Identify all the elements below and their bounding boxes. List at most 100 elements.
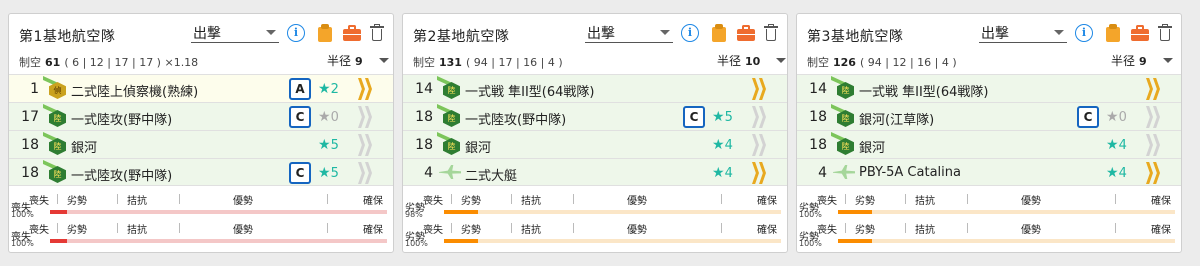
trash-can <box>766 29 776 41</box>
plane-badge: 偵 <box>49 82 66 99</box>
slot-count: 18 <box>415 109 433 125</box>
chevron-2 <box>1153 134 1160 156</box>
equipment-name: 銀河 <box>465 141 492 156</box>
slot-count: 18 <box>809 109 827 125</box>
clipboard-icon[interactable] <box>1104 24 1122 42</box>
panel-header: 第2基地航空隊 出撃 i 制空 131( 94 | 17 | 16 | 4 ) 半径 10 <box>403 14 787 74</box>
chevron-1 <box>1146 106 1153 128</box>
slot-row[interactable]: 18 陸一式陸攻(野中隊) C ★5 <box>403 102 787 130</box>
chevron-1 <box>358 78 365 100</box>
air-state-label: 劣勢 <box>461 225 481 236</box>
air-base-panel: 第2基地航空隊 出撃 i 制空 131( 94 | 17 | 16 | 4 ) 半径 10 1… <box>402 13 788 253</box>
plane-shape <box>439 165 461 179</box>
slot-row[interactable]: 4 PBY-5A Catalina ★4 <box>797 158 1181 186</box>
air-state-divider <box>57 223 58 233</box>
slot-row[interactable]: 14 陸一式戦 隼II型(64戦隊) <box>797 74 1181 102</box>
slot-row[interactable]: 18 陸銀河 ★5 <box>9 130 393 158</box>
panel-header: 第3基地航空隊 出撃 i 制空 126( 94 | 12 | 16 | 4 ) 半径 9 <box>797 14 1181 74</box>
air-state-label: 劣勢 <box>67 225 87 236</box>
air-superiority-bar: 劣勢 喪失 劣勢 拮抗 優勢 確保 98% <box>403 190 787 220</box>
improvement-value: 4 <box>724 138 733 153</box>
improvement-level: ★4 <box>1106 165 1127 181</box>
air-state-label: 劣勢 <box>461 196 481 207</box>
chevron-2 <box>759 134 766 156</box>
air-state-percent: 100% <box>11 210 34 219</box>
seaplane-icon <box>831 160 857 184</box>
chevron-2 <box>365 134 372 156</box>
slot-row[interactable]: 1 偵二式陸上偵察機(熟練) A ★2 <box>9 74 393 102</box>
chevron-1 <box>358 106 365 128</box>
info-icon[interactable]: i <box>1075 24 1093 42</box>
clipboard-clip <box>321 24 329 29</box>
air-power-summary: 制空 61( 6 | 12 | 17 | 17 ) ×1.18 <box>19 54 198 70</box>
radius-select[interactable]: 半径 10 <box>717 52 787 69</box>
proficiency-badge: C <box>289 106 311 128</box>
slot-row[interactable]: 17 陸一式陸攻(野中隊) C ★0 <box>9 102 393 130</box>
proficiency-badge: A <box>289 78 311 100</box>
air-state-divider <box>117 223 118 233</box>
slot-count: 18 <box>21 137 39 153</box>
chevron-1 <box>752 162 759 184</box>
air-state-label: 優勢 <box>627 196 647 207</box>
air-state-label: 喪失 <box>423 196 443 207</box>
air-state-track <box>838 210 1175 214</box>
mode-select-value: 出撃 <box>193 26 221 42</box>
chevron-2 <box>759 78 766 100</box>
air-state-percent: 100% <box>11 239 34 248</box>
chevron-2 <box>365 78 372 100</box>
clipboard-icon[interactable] <box>710 24 728 42</box>
land-bomber-icon: 陸 <box>831 132 857 156</box>
briefcase-icon[interactable] <box>343 24 361 42</box>
air-state-divider <box>573 194 574 204</box>
slot-row[interactable]: 18 陸銀河 ★4 <box>403 130 787 158</box>
air-state-label: 拮抗 <box>127 196 147 207</box>
chevron-2 <box>365 162 372 184</box>
slot-row[interactable]: 14 陸一式戦 隼II型(64戦隊) <box>403 74 787 102</box>
improvement-value: 4 <box>724 166 733 181</box>
slot-row[interactable]: 18 陸銀河 ★4 <box>797 130 1181 158</box>
briefcase-icon[interactable] <box>737 24 755 42</box>
slot-count: 17 <box>21 109 39 125</box>
air-state-fill <box>444 210 478 214</box>
trash-icon[interactable] <box>763 24 781 42</box>
slot-row[interactable]: 4 二式大艇 ★4 <box>403 158 787 186</box>
air-state-label: 優勢 <box>233 196 253 207</box>
air-state-label: 劣勢 <box>855 196 875 207</box>
clipboard-body <box>318 27 332 42</box>
chevron-down-icon <box>776 58 787 63</box>
info-icon[interactable]: i <box>287 24 305 42</box>
proficiency-chevron-icon <box>1142 78 1164 100</box>
trash-icon[interactable] <box>369 24 387 42</box>
info-icon[interactable]: i <box>681 24 699 42</box>
slot-row[interactable]: 18 陸一式陸攻(野中隊) C ★5 <box>9 158 393 186</box>
slot-row[interactable]: 18 陸銀河(江草隊) C ★0 <box>797 102 1181 130</box>
proficiency-chevron-icon <box>748 106 770 128</box>
proficiency-chevron-icon <box>1142 134 1164 156</box>
air-superiority-bar: 喪失 喪失 劣勢 拮抗 優勢 確保 100% <box>9 190 393 220</box>
air-power-summary: 制空 131( 94 | 17 | 16 | 4 ) <box>413 54 563 70</box>
mode-select[interactable]: 出撃 <box>585 21 673 43</box>
improvement-level: ★5 <box>318 137 339 153</box>
radius-select[interactable]: 半径 9 <box>327 52 389 69</box>
slot-count: 14 <box>809 81 827 97</box>
mode-select[interactable]: 出撃 <box>191 21 279 43</box>
clipboard-icon[interactable] <box>316 24 334 42</box>
mode-select[interactable]: 出撃 <box>979 21 1067 43</box>
slot-count: 18 <box>21 165 39 181</box>
chevron-2 <box>759 106 766 128</box>
air-state-label: 拮抗 <box>521 196 541 207</box>
air-state-labels: 喪失 劣勢 拮抗 優勢 確保 <box>9 221 393 236</box>
panel-title: 第1基地航空隊 <box>19 29 116 45</box>
trash-can <box>372 29 382 41</box>
slot-list: 14 陸一式戦 隼II型(64戦隊) 18 陸銀河(江草隊) C ★0 18 陸銀河 ★4 4 PB… <box>797 74 1181 186</box>
chevron-down-icon <box>378 58 389 63</box>
radius-select[interactable]: 半径 9 <box>1111 52 1173 69</box>
air-state-label: 優勢 <box>1021 225 1041 236</box>
briefcase-strap <box>737 34 755 35</box>
proficiency-chevron-icon <box>748 134 770 156</box>
equipment-name: 一式陸攻(野中隊) <box>465 113 567 128</box>
briefcase-icon[interactable] <box>1131 24 1149 42</box>
air-state-label: 喪失 <box>423 225 443 236</box>
trash-icon[interactable] <box>1157 24 1175 42</box>
air-state-percent: 100% <box>405 239 428 248</box>
